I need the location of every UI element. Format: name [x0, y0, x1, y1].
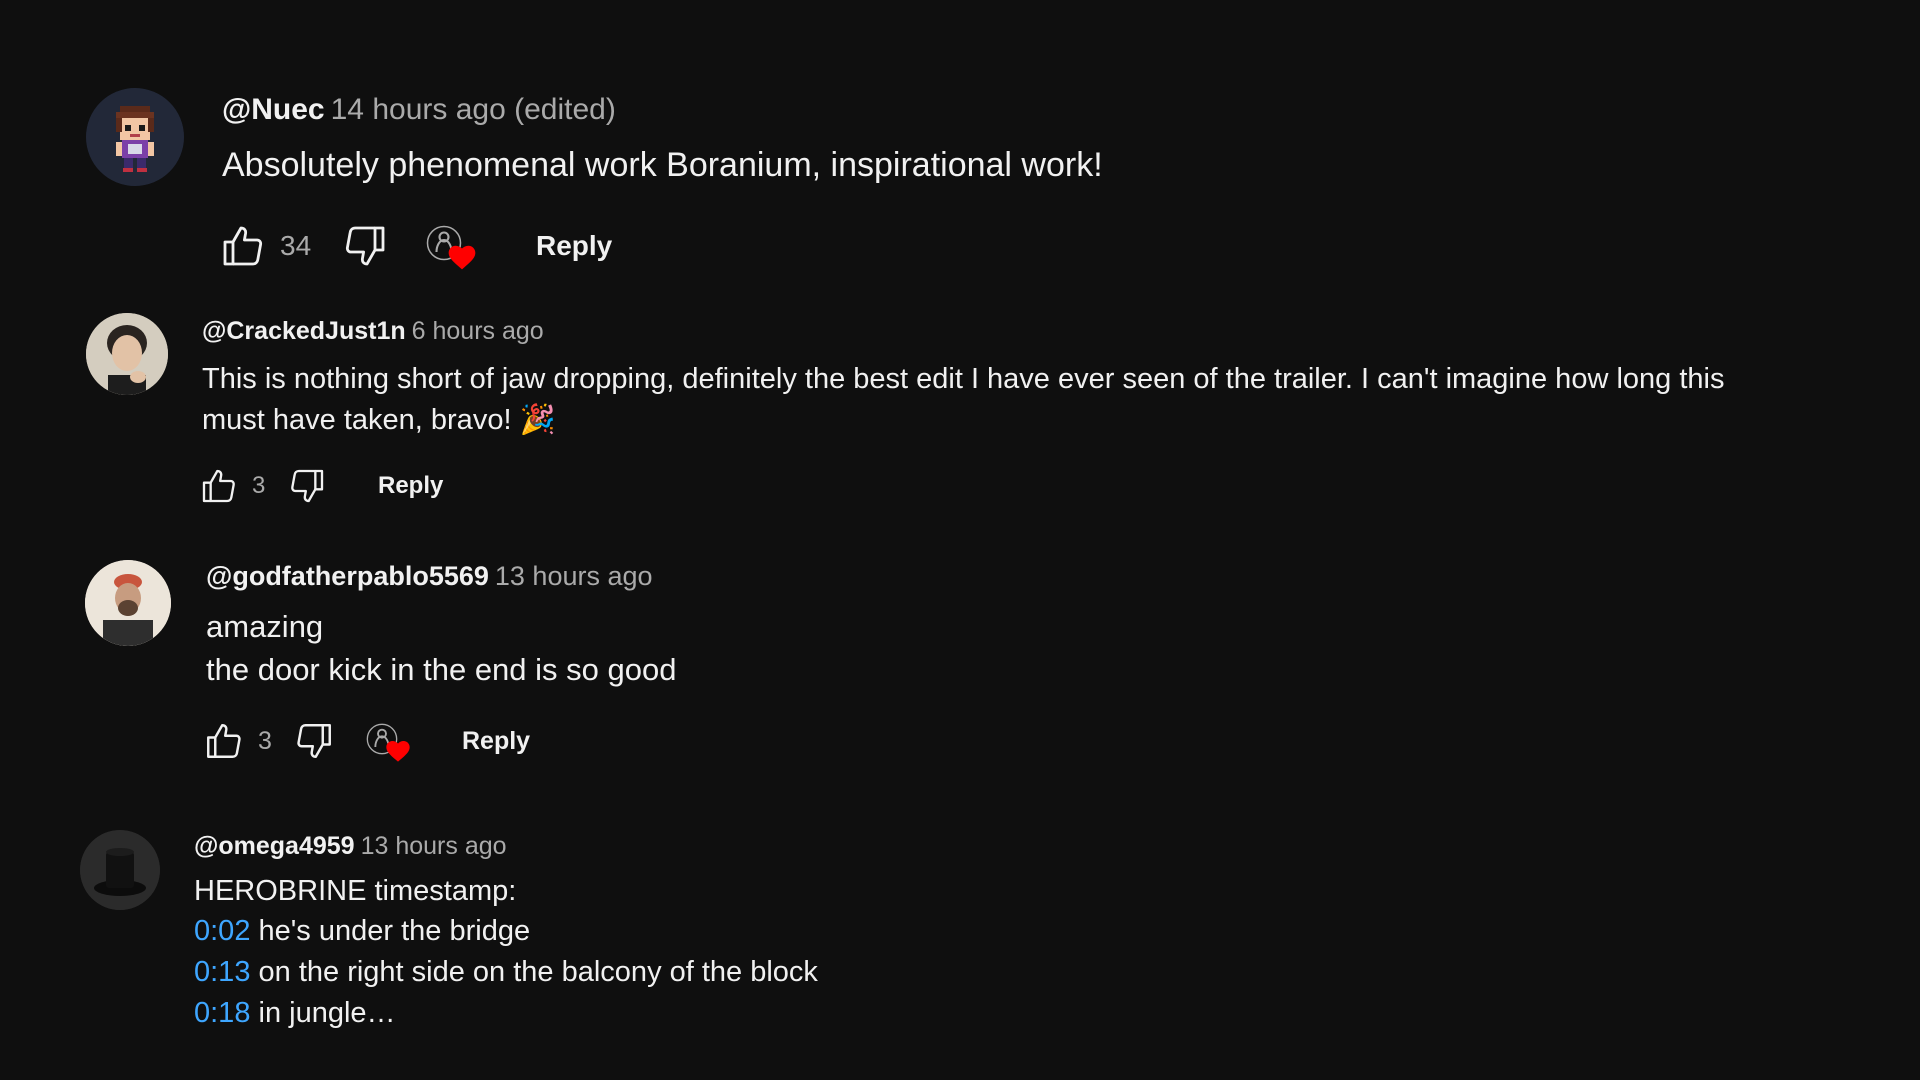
comment-author[interactable]: @Nuec [222, 93, 325, 126]
timestamp-description: he's under the bridge [250, 915, 531, 947]
comment-author[interactable]: @godfatherpablo5569 [206, 561, 489, 591]
reply-button[interactable]: Reply [462, 727, 530, 756]
comment-text-line-2: 0:02 he's under the bridge [194, 911, 818, 952]
comment-text-line-2: the door kick in the end is so good [206, 652, 677, 687]
comment-timestamp[interactable]: 13 hours ago [361, 832, 507, 860]
like-count: 34 [280, 230, 312, 261]
creator-heart-badge [366, 719, 416, 763]
comment-text-line-1: amazing [206, 609, 324, 644]
video-timestamp-link[interactable]: 0:02 [194, 915, 250, 947]
like-button[interactable] [198, 465, 240, 507]
creator-heart-badge [426, 221, 482, 271]
thumbs-down-icon [291, 469, 324, 503]
timestamp-description: in jungle… [250, 997, 396, 1029]
thumbs-down-icon [345, 226, 385, 266]
comment-text-line-3: 0:13 on the right side on the balcony of… [194, 952, 818, 993]
dislike-button[interactable] [292, 719, 336, 763]
video-timestamp-link[interactable]: 0:18 [194, 997, 250, 1029]
comment-text-line-1: This is nothing short of jaw dropping, d… [202, 363, 1725, 395]
comment-text-line-4: 0:18 in jungle… [194, 993, 818, 1034]
comment-thread-1: @Nuec 14 hours ago (edited) Absolutely ph… [0, 0, 1920, 300]
comment-author[interactable]: @CrackedJust1n [202, 317, 406, 345]
dislike-button[interactable] [286, 465, 328, 507]
person-photo-avatar [85, 560, 171, 646]
heart-icon [386, 741, 410, 762]
comment-author[interactable]: @omega4959 [194, 832, 355, 860]
like-button[interactable] [218, 221, 268, 271]
comment-text: Absolutely phenomenal work Boranium, ins… [222, 146, 1103, 184]
comment-timestamp[interactable]: 14 hours ago (edited) [331, 93, 616, 126]
reply-button[interactable]: Reply [536, 230, 612, 262]
thumbs-up-icon [223, 226, 263, 266]
avatar-nuec[interactable] [86, 88, 184, 186]
person-photo-avatar [86, 313, 168, 395]
reply-button[interactable]: Reply [378, 472, 443, 500]
comment-text-line-2: must have taken, bravo! 🎉 [202, 404, 556, 436]
top-hat-avatar [80, 830, 160, 910]
comment-text-line-1: HEROBRINE timestamp: [194, 875, 517, 907]
like-count: 3 [258, 726, 272, 755]
comment-timestamp[interactable]: 6 hours ago [412, 317, 544, 345]
like-count: 3 [252, 472, 266, 499]
avatar-crackedjust1n[interactable] [86, 313, 168, 395]
thumbs-down-icon [297, 724, 331, 758]
dislike-button[interactable] [340, 221, 390, 271]
comment-thread-3: @godfatherpablo5569 13 hours ago amazing … [0, 540, 1920, 810]
like-button[interactable] [202, 719, 246, 763]
avatar-godfatherpablo5569[interactable] [85, 560, 171, 646]
thumbs-up-icon [207, 724, 241, 758]
comment-thread-4: @omega4959 13 hours ago HEROBRINE timesta… [0, 810, 1920, 1080]
avatar-omega4959[interactable] [80, 830, 160, 910]
thumbs-up-icon [202, 469, 235, 503]
comment-timestamp[interactable]: 13 hours ago [495, 561, 653, 591]
video-timestamp-link[interactable]: 0:13 [194, 956, 250, 988]
timestamp-description: on the right side on the balcony of the … [250, 956, 818, 988]
heart-icon [448, 245, 476, 270]
pixel-character-avatar [86, 88, 184, 186]
comment-thread-2: @CrackedJust1n 6 hours ago This is nothin… [0, 300, 1920, 540]
